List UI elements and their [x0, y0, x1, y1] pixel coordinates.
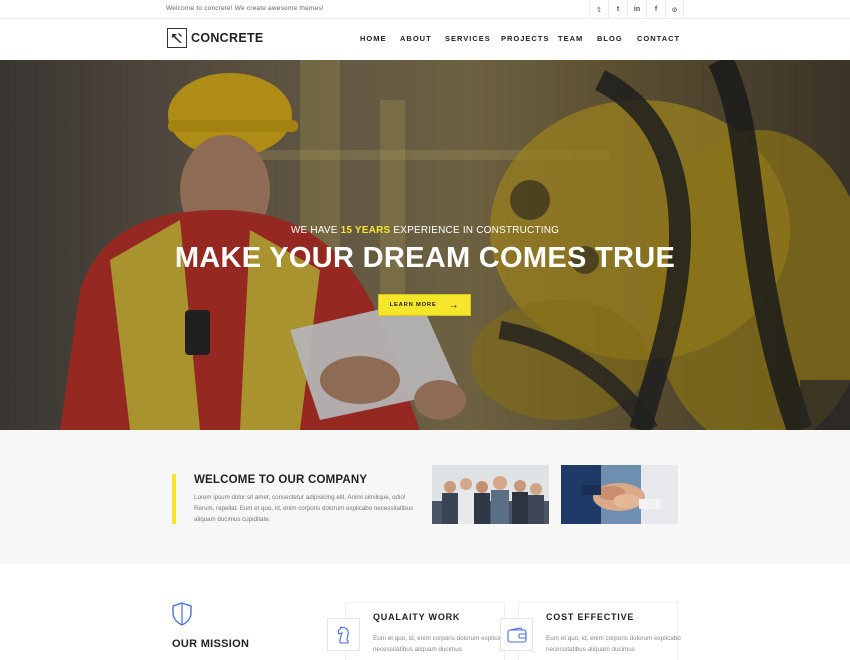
hero-title: MAKE YOUR DREAM COMES TRUE [174, 242, 676, 274]
hands-together-photo [561, 465, 678, 524]
nav-blog[interactable]: BLOG [597, 34, 623, 43]
team-photo [432, 465, 549, 524]
chess-knight-icon [327, 618, 360, 651]
feature-title-quality: QUALAITY WORK [373, 612, 461, 622]
feature-text-cost: Eum et quo, id, enim corporis dolorum ex… [546, 635, 681, 653]
facebook-icon[interactable]: f [646, 0, 665, 19]
linkedin-icon[interactable]: in [627, 0, 646, 19]
feature-title-cost: COST EFFECTIVE [546, 612, 635, 622]
nav-projects[interactable]: PROJECTS [501, 34, 549, 43]
nav-services[interactable]: SERVICES [445, 34, 491, 43]
nav-contact[interactable]: CONTACT [637, 34, 680, 43]
wallet-icon [500, 618, 533, 651]
nav-home[interactable]: HOME [360, 34, 387, 43]
tumblr-icon[interactable]: t [608, 0, 627, 19]
nav-about[interactable]: ABOUT [400, 34, 432, 43]
hero-subtitle: WE HAVE 15 YEARS EXPERIENCE IN CONSTRUCT… [0, 225, 850, 236]
accent-bar [172, 474, 176, 524]
welcome-text: Lorem ipsum dolor sit amet, consectetur … [194, 494, 414, 524]
welcome-title: WELCOME TO OUR COMPANY [194, 474, 368, 486]
arrow-right-icon: → [448, 299, 460, 311]
hero-sub-highlight: 15 YEARS [340, 225, 391, 236]
nav-team[interactable]: TEAM [558, 34, 583, 43]
site-header: CONCRETE HOME ABOUT SERVICES PROJECTS TE… [0, 19, 850, 60]
feature-text-quality: Eum et quo, id, enim corporis dolorum ex… [373, 635, 508, 653]
pinterest-icon[interactable]: ⊙ [665, 0, 684, 19]
main-nav: HOME ABOUT SERVICES PROJECTS TEAM BLOG C… [0, 34, 850, 46]
learn-more-label: LEARN MORE [389, 302, 437, 308]
shield-icon [172, 602, 192, 631]
twitter-icon[interactable]: 𝕥 [589, 0, 608, 19]
tagline: Welcome to concrete! We create awesome t… [166, 5, 324, 12]
mission-title: OUR MISSION [172, 638, 250, 650]
top-bar: Welcome to concrete! We create awesome t… [0, 0, 850, 19]
social-links: 𝕥 t in f ⊙ [589, 0, 684, 19]
hero-sub-before: WE HAVE [290, 225, 338, 236]
welcome-section: WELCOME TO OUR COMPANY Lorem ipsum dolor… [0, 430, 850, 564]
hero-slider: WE HAVE 15 YEARS EXPERIENCE IN CONSTRUCT… [0, 60, 850, 430]
hero-sub-after: EXPERIENCE IN CONSTRUCTING [393, 225, 560, 236]
learn-more-button[interactable]: LEARN MORE → [378, 294, 471, 316]
